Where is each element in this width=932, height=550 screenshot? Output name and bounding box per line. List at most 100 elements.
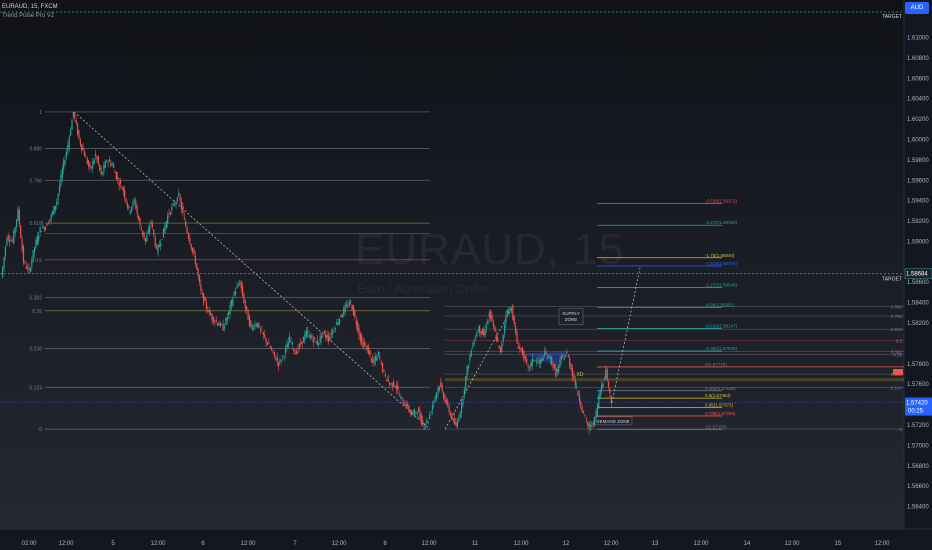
candle-body bbox=[277, 361, 280, 367]
currency-button[interactable]: AUD bbox=[905, 2, 929, 14]
candle-body bbox=[160, 243, 162, 247]
candle-body bbox=[606, 368, 608, 380]
candle-body bbox=[271, 348, 273, 351]
candle-body bbox=[42, 225, 44, 229]
candle-body bbox=[467, 364, 470, 369]
candle-body bbox=[90, 166, 93, 169]
candle-body bbox=[376, 355, 378, 361]
candle-body bbox=[541, 357, 543, 362]
candle-body bbox=[576, 386, 578, 388]
candle-body bbox=[441, 385, 443, 392]
candle-body bbox=[265, 338, 267, 343]
candle-body bbox=[121, 188, 123, 190]
candle-body bbox=[516, 332, 518, 344]
candle-body bbox=[521, 348, 524, 356]
candle-body bbox=[384, 374, 386, 377]
candle-body bbox=[229, 305, 231, 315]
candle-body bbox=[40, 231, 43, 233]
candle-body bbox=[357, 322, 359, 332]
candle-body bbox=[49, 219, 51, 222]
fib-level-label: 0.236 bbox=[29, 347, 42, 353]
price-tick-label: 1.59400 bbox=[907, 199, 929, 205]
candle-body bbox=[11, 240, 13, 242]
candle-body bbox=[214, 321, 216, 323]
candle-body bbox=[592, 422, 594, 426]
candle-body bbox=[194, 255, 196, 265]
candle-body bbox=[445, 400, 447, 405]
candle-body bbox=[347, 305, 349, 307]
candle-body bbox=[168, 213, 170, 215]
time-tick-label: 02:00 bbox=[21, 541, 37, 547]
candle-body bbox=[405, 402, 407, 407]
time-tick-label: 12:00 bbox=[240, 541, 256, 547]
ext-fib-label: -2.272(1.59159) bbox=[705, 220, 738, 225]
candle-body bbox=[528, 366, 531, 368]
candle-body bbox=[103, 164, 105, 173]
candle-body bbox=[88, 160, 90, 167]
candle-body bbox=[165, 221, 167, 228]
candle-body bbox=[314, 337, 316, 340]
candle-body bbox=[174, 204, 176, 206]
candle-body bbox=[131, 206, 133, 211]
candle-body bbox=[89, 163, 91, 168]
candle-body bbox=[578, 394, 581, 402]
candle-body bbox=[544, 350, 546, 356]
candle-body bbox=[440, 381, 442, 387]
symbol-info: EURAUD, 15, FXCM bbox=[2, 4, 58, 10]
candle-body bbox=[393, 381, 395, 387]
candle-body bbox=[395, 386, 398, 390]
candle-body bbox=[352, 305, 355, 316]
candle-body bbox=[225, 317, 227, 325]
candle-body bbox=[257, 322, 259, 328]
candle-body bbox=[20, 225, 22, 239]
candle-body bbox=[402, 402, 404, 405]
candle-body bbox=[235, 291, 237, 295]
candle-body bbox=[4, 247, 7, 257]
candle-body bbox=[232, 298, 234, 306]
candle-body bbox=[128, 205, 130, 209]
candle-body bbox=[182, 206, 184, 214]
candle-body bbox=[437, 387, 439, 393]
candle-body bbox=[241, 286, 244, 296]
candle-body bbox=[530, 362, 532, 368]
candle-body bbox=[250, 320, 252, 327]
time-tick-label: 12:00 bbox=[603, 541, 619, 547]
candle-body bbox=[57, 193, 59, 201]
candle-body bbox=[322, 332, 324, 334]
candle-body bbox=[81, 144, 83, 151]
candle-body bbox=[427, 421, 429, 423]
candle-body bbox=[111, 164, 113, 166]
candle-body bbox=[204, 297, 206, 301]
fib-level-label: 1 bbox=[39, 110, 42, 116]
candle-body bbox=[358, 327, 360, 336]
candle-body bbox=[372, 357, 374, 363]
candle-body bbox=[155, 247, 158, 249]
candle-body bbox=[388, 383, 391, 385]
candle-body bbox=[33, 246, 36, 253]
candle-body bbox=[65, 151, 68, 157]
candle-body bbox=[74, 113, 76, 118]
candle-body bbox=[52, 211, 54, 215]
time-tick-label: 12:00 bbox=[421, 541, 437, 547]
price-tick-label: 1.56800 bbox=[907, 464, 929, 470]
fib-level-label: 0 bbox=[39, 427, 42, 433]
candle-body bbox=[462, 398, 464, 405]
candle-body bbox=[3, 256, 5, 268]
candle-body bbox=[94, 154, 97, 157]
candle-body bbox=[585, 419, 587, 421]
price-chart[interactable]: 1.61000 1.60800 1.60600 1.60400 1.60200 1.600… bbox=[0, 0, 932, 550]
candle-body bbox=[338, 318, 341, 324]
candle-body bbox=[456, 421, 459, 428]
candle-body bbox=[247, 309, 249, 320]
candle-body bbox=[552, 365, 554, 368]
time-tick-label: 14 bbox=[744, 541, 751, 547]
candle-body bbox=[465, 376, 467, 390]
projection-line bbox=[611, 267, 641, 403]
candle-body bbox=[345, 304, 348, 307]
candle-body bbox=[171, 206, 173, 211]
candle-body bbox=[196, 263, 198, 270]
candle-body bbox=[133, 199, 135, 201]
candle-body bbox=[272, 350, 274, 352]
candle-body bbox=[492, 322, 495, 327]
ext-fib-label: 0.5(1.57464) bbox=[705, 393, 731, 398]
